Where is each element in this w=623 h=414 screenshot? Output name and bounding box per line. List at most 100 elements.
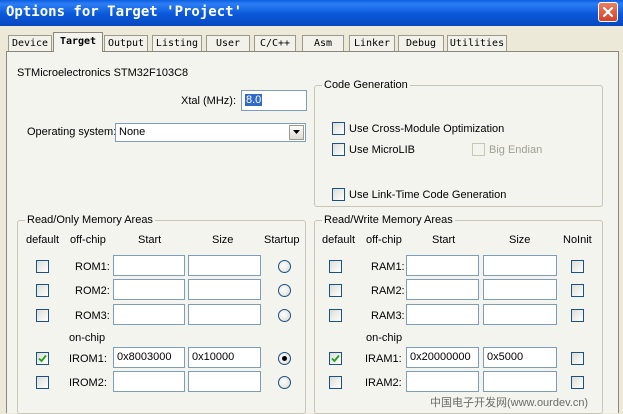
rom1-size-input[interactable] xyxy=(188,255,261,276)
iram1-start-input[interactable]: 0x20000000 xyxy=(406,347,479,368)
iram2-label: IRAM2: xyxy=(365,377,402,389)
code-generation-group: Code Generation Use Cross-Module Optimiz… xyxy=(314,78,603,207)
irom2-size-input[interactable] xyxy=(188,371,261,392)
rom-group: Read/Only Memory Areas default off-chip … xyxy=(17,213,306,414)
ram1-default-checkbox[interactable] xyxy=(329,260,342,273)
irom1-start-input[interactable]: 0x8003000 xyxy=(113,347,185,368)
irom2-startup-radio[interactable] xyxy=(278,376,291,389)
ram2-start-input[interactable] xyxy=(406,279,479,300)
ram-onchip-label: on-chip xyxy=(366,332,403,344)
iram2-start-input[interactable] xyxy=(406,371,479,392)
tab-user[interactable]: User xyxy=(206,35,250,51)
os-select[interactable]: None xyxy=(115,123,306,142)
ram3-size-input[interactable] xyxy=(483,304,557,325)
rom2-startup-radio[interactable] xyxy=(278,284,291,297)
rom-header-startup: Startup xyxy=(264,234,300,246)
target-tab-panel: STMicroelectronics STM32F103C8 Xtal (MHz… xyxy=(6,51,619,414)
xtal-value: 8.0 xyxy=(245,94,263,106)
tab-device[interactable]: Device xyxy=(8,35,52,51)
checkmark-icon xyxy=(38,354,47,363)
ram2-label: RAM2: xyxy=(371,285,405,297)
ram3-noinit-checkbox[interactable] xyxy=(571,309,584,322)
ram1-label: RAM1: xyxy=(371,261,405,273)
ltcg-label: Use Link-Time Code Generation xyxy=(349,189,507,201)
checkmark-icon xyxy=(331,354,340,363)
tab-output[interactable]: Output xyxy=(104,35,148,51)
chevron-down-icon xyxy=(293,130,300,134)
xtal-label: Xtal (MHz): xyxy=(181,95,236,107)
rom3-default-checkbox[interactable] xyxy=(36,309,49,322)
ram-header-start: Start xyxy=(432,234,456,246)
os-value: None xyxy=(119,126,146,138)
irom2-label: IROM2: xyxy=(69,377,107,389)
ltcg-checkbox[interactable] xyxy=(332,188,345,201)
irom1-size-input[interactable]: 0x10000 xyxy=(188,347,261,368)
rom3-size-input[interactable] xyxy=(188,304,261,325)
rom2-label: ROM2: xyxy=(75,285,110,297)
rom2-default-checkbox[interactable] xyxy=(36,284,49,297)
rom-header-offchip: off-chip xyxy=(70,234,106,246)
rom1-default-checkbox[interactable] xyxy=(36,260,49,273)
tab-c-cpp[interactable]: C/C++ xyxy=(254,35,296,51)
ram3-start-input[interactable] xyxy=(406,304,479,325)
irom2-start-input[interactable] xyxy=(113,371,185,392)
iram1-size-input[interactable]: 0x5000 xyxy=(483,347,557,368)
rom3-startup-radio[interactable] xyxy=(278,309,291,322)
iram1-noinit-checkbox[interactable] xyxy=(571,352,584,365)
rom3-label: ROM3: xyxy=(75,310,110,322)
window-title: Options for Target 'Project' xyxy=(6,4,243,20)
tab-linker[interactable]: Linker xyxy=(349,35,395,51)
ram1-noinit-checkbox[interactable] xyxy=(571,260,584,273)
iram2-size-input[interactable] xyxy=(483,371,557,392)
rom-header-default: default xyxy=(26,234,60,246)
ram-group-title: Read/Write Memory Areas xyxy=(322,213,455,227)
tab-debug[interactable]: Debug xyxy=(398,35,444,51)
ram-group: Read/Write Memory Areas default off-chip… xyxy=(314,213,603,414)
watermark: 中国电子开发网(www.ourdev.cn) xyxy=(430,397,589,409)
irom1-startup-radio[interactable] xyxy=(278,352,291,365)
cross-module-checkbox[interactable] xyxy=(332,122,345,135)
ram-header-offchip: off-chip xyxy=(366,234,402,246)
device-name: STMicroelectronics STM32F103C8 xyxy=(17,67,189,79)
close-icon xyxy=(602,6,614,18)
iram1-label: IRAM1: xyxy=(365,353,402,365)
ram1-size-input[interactable] xyxy=(483,255,557,276)
title-bar[interactable]: Options for Target 'Project' xyxy=(0,0,623,26)
microlib-checkbox[interactable] xyxy=(332,143,345,156)
ram1-start-input[interactable] xyxy=(406,255,479,276)
ram2-default-checkbox[interactable] xyxy=(329,284,342,297)
close-button[interactable] xyxy=(598,2,618,22)
os-dropdown-button[interactable] xyxy=(289,125,304,140)
irom2-default-checkbox[interactable] xyxy=(36,376,49,389)
rom-onchip-label: on-chip xyxy=(69,332,106,344)
tab-asm[interactable]: Asm xyxy=(302,35,344,51)
irom1-default-checkbox[interactable] xyxy=(36,352,49,365)
rom1-start-input[interactable] xyxy=(113,255,185,276)
ram-header-default: default xyxy=(322,234,356,246)
iram1-default-checkbox[interactable] xyxy=(329,352,342,365)
rom-header-start: Start xyxy=(138,234,162,246)
iram2-noinit-checkbox[interactable] xyxy=(571,376,584,389)
ram3-label: RAM3: xyxy=(371,310,405,322)
ram2-size-input[interactable] xyxy=(483,279,557,300)
ram-header-noinit: NoInit xyxy=(563,234,592,246)
irom1-label: IROM1: xyxy=(69,353,107,365)
xtal-input[interactable]: 8.0 xyxy=(241,90,307,111)
os-label: Operating system: xyxy=(27,126,117,138)
ram2-noinit-checkbox[interactable] xyxy=(571,284,584,297)
rom1-label: ROM1: xyxy=(75,261,110,273)
microlib-label: Use MicroLIB xyxy=(349,144,416,156)
big-endian-label: Big Endian xyxy=(489,144,543,156)
code-generation-title: Code Generation xyxy=(322,78,410,92)
iram2-default-checkbox[interactable] xyxy=(329,376,342,389)
tab-target[interactable]: Target xyxy=(53,32,103,52)
tab-utilities[interactable]: Utilities xyxy=(447,35,507,51)
rom2-start-input[interactable] xyxy=(113,279,185,300)
big-endian-checkbox xyxy=(472,143,485,156)
ram3-default-checkbox[interactable] xyxy=(329,309,342,322)
tab-listing[interactable]: Listing xyxy=(152,35,202,51)
rom2-size-input[interactable] xyxy=(188,279,261,300)
ram-header-size: Size xyxy=(509,234,531,246)
rom1-startup-radio[interactable] xyxy=(278,260,291,273)
rom3-start-input[interactable] xyxy=(113,304,185,325)
